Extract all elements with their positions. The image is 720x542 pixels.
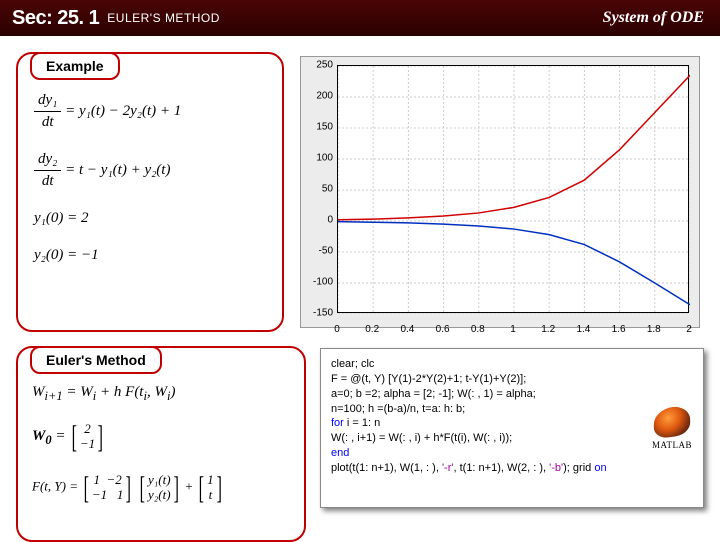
- chart-xtick: 2: [686, 324, 692, 335]
- euler-tab-label: Euler's Method: [30, 346, 162, 374]
- code-line-1: clear; clc: [331, 357, 693, 372]
- code-line-2: F = @(t, Y) [Y(1)-2*Y(2)+1; t-Y(1)+Y(2)]…: [331, 372, 693, 387]
- chart-xtick: 0.8: [471, 324, 485, 335]
- initial-condition-1: y₁(0) = 2: [34, 208, 266, 229]
- matlab-label: MATLAB: [649, 439, 695, 451]
- example-equations: dy₁dt = y₁(t) − 2y₂(t) + 1 dy₂dt = t − y…: [18, 54, 282, 292]
- chart-ytick: -150: [301, 308, 333, 319]
- chart-svg: [338, 66, 690, 314]
- chart-ytick: 150: [301, 122, 333, 133]
- chart-xtick: 1.2: [541, 324, 555, 335]
- section-title: EULER'S METHOD: [107, 11, 220, 25]
- matlab-code-panel: clear; clc F = @(t, Y) [Y(1)-2*Y(2)+1; t…: [320, 348, 704, 508]
- code-line-7: end: [331, 446, 693, 461]
- code-line-4: n=100; h =(b-a)/n, t=a: h: b;: [331, 402, 693, 417]
- chart-panel: -150-100-50050100150200250 00.20.40.60.8…: [300, 56, 700, 328]
- initial-condition-2: y₂(0) = −1: [34, 245, 266, 266]
- chart-xtick: 0.6: [436, 324, 450, 335]
- chart-xtick: 1.4: [576, 324, 590, 335]
- chart-ytick: 200: [301, 91, 333, 102]
- eq1-num: dy₁: [34, 90, 61, 112]
- example-panel: Example dy₁dt = y₁(t) − 2y₂(t) + 1 dy₂dt…: [16, 52, 284, 332]
- section-number: Sec: 25. 1: [12, 7, 99, 30]
- chart-ytick: 50: [301, 184, 333, 195]
- code-line-8: plot(t(1: n+1), W(1, : ), '-r', t(1: n+1…: [331, 461, 693, 476]
- chart-xtick: 0.4: [400, 324, 414, 335]
- matlab-icon: [654, 405, 690, 440]
- chart-ytick: 250: [301, 60, 333, 71]
- euler-method-panel: Euler's Method Wi+1 = Wi + h F(ti, Wi) W…: [16, 346, 306, 542]
- euler-update-formula: Wi+1 = Wi + h F(ti, Wi): [32, 384, 294, 404]
- eq2-den: dt: [34, 171, 61, 192]
- matlab-logo: MATLAB: [649, 407, 695, 451]
- content-area: Example dy₁dt = y₁(t) − 2y₂(t) + 1 dy₂dt…: [0, 36, 720, 56]
- chart-xtick: 1.6: [612, 324, 626, 335]
- chart-xtick: 1: [510, 324, 516, 335]
- euler-equations: Wi+1 = Wi + h F(ti, Wi) W0 = [2−1] F(t, …: [18, 348, 304, 528]
- chart-ytick: -50: [301, 246, 333, 257]
- eq2-rhs: = t − y₁(t) + y₂(t): [65, 162, 170, 178]
- code-line-3: a=0; b =2; alpha = [2; -1]; W(: , 1) = a…: [331, 387, 693, 402]
- chart-xtick: 0: [334, 324, 340, 335]
- eq1-den: dt: [34, 112, 61, 133]
- eq2-num: dy₂: [34, 149, 61, 171]
- euler-F-definition: F(t, Y) = [1 −2−1 1] [y₁(t)y₂(t)] + [1t]: [32, 469, 294, 506]
- eq1-rhs: = y₁(t) − 2y₂(t) + 1: [65, 103, 181, 119]
- chart-xtick: 0.2: [365, 324, 379, 335]
- title-bar: Sec: 25. 1 EULER'S METHOD System of ODE: [0, 0, 720, 36]
- chart-ytick: -100: [301, 277, 333, 288]
- code-line-6: W(: , i+1) = W(: , i) + h*F(t(i), W(: , …: [331, 431, 693, 446]
- chart-xtick: 1.8: [647, 324, 661, 335]
- chart-ytick: 100: [301, 153, 333, 164]
- code-line-5: for i = 1: n: [331, 416, 693, 431]
- example-tab-label: Example: [30, 52, 120, 80]
- chart-plot-area: [337, 65, 689, 313]
- slide-topic: System of ODE: [603, 9, 704, 27]
- chart-ytick: 0: [301, 215, 333, 226]
- euler-w0: W0 = [2−1]: [32, 418, 294, 455]
